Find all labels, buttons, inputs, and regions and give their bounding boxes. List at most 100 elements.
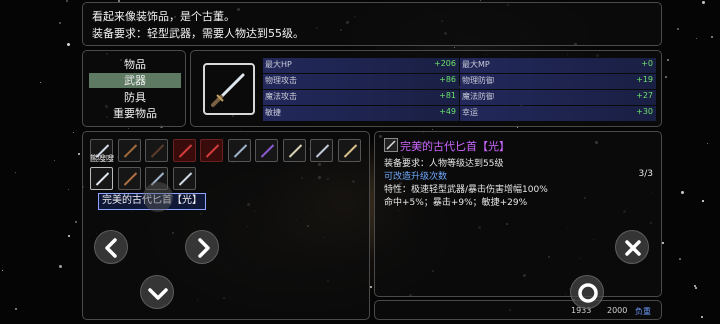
confirm-button[interactable]: [570, 275, 604, 309]
weapon-icon: [178, 144, 192, 158]
weapon-icon: [205, 144, 220, 158]
item-name: 完美的古代匕首【光】: [400, 140, 510, 153]
star: [454, 47, 455, 48]
inventory-slot[interactable]: [227, 139, 251, 162]
star: [517, 127, 518, 128]
weapon-icon: [123, 172, 137, 186]
stat-label: 敏捷: [265, 108, 281, 117]
weapon-icon: [178, 172, 192, 186]
star: [68, 189, 69, 190]
inventory-slot[interactable]: [200, 139, 223, 162]
upgrade-count: 3/3: [638, 169, 653, 179]
star: [68, 235, 70, 237]
star: [681, 191, 684, 194]
inventory-slot[interactable]: [255, 139, 278, 162]
stat-cell: 魔法防御 +27: [460, 90, 656, 105]
item-trait: 特性：极速轻型武器/暴击伤害增幅100%: [384, 185, 548, 195]
star: [679, 258, 681, 260]
stat-label: 魔法攻击: [265, 92, 297, 101]
weapon-icon: [343, 144, 357, 158]
stat-cell: 最大MP +0: [460, 58, 656, 73]
dagger-icon: [211, 73, 245, 107]
category-key-items[interactable]: 重要物品: [89, 106, 181, 121]
star: [59, 265, 62, 268]
stat-label: 最大HP: [265, 60, 292, 69]
stat-row: 最大HP +206 最大MP +0: [263, 58, 657, 73]
weight-footer: 1933 2000 负重: [374, 300, 662, 320]
inventory-slot[interactable]: [117, 139, 141, 162]
star: [480, 0, 481, 1]
left-button[interactable]: [94, 230, 128, 264]
star: [128, 128, 129, 129]
description-line-1: 看起来像装饰品，是个古董。: [92, 10, 235, 23]
star: [66, 0, 68, 2]
inventory-slot[interactable]: [90, 167, 113, 190]
stat-value: +27: [636, 91, 653, 100]
stat-cell: 幸运 +30: [460, 106, 656, 121]
selected-weapon-thumbnail: [203, 63, 255, 115]
stat-cell: 物理攻击 +86: [263, 74, 459, 89]
inventory-slot[interactable]: [310, 139, 333, 162]
star: [702, 1, 705, 4]
inventory-slot[interactable]: [172, 139, 196, 162]
star: [75, 221, 77, 223]
star: [15, 172, 16, 173]
star: [67, 43, 70, 46]
star: [702, 200, 704, 202]
inventory-slot[interactable]: [172, 167, 196, 190]
inventory-slot[interactable]: [145, 139, 168, 162]
star: [2, 270, 3, 271]
star: [370, 286, 372, 288]
star: [59, 22, 61, 24]
weapon-icon: [315, 144, 330, 158]
stat-label: 物理攻击: [265, 76, 297, 85]
category-items[interactable]: 物品: [89, 57, 181, 72]
star: [54, 160, 55, 161]
category-armor[interactable]: 防具: [89, 90, 181, 105]
close-icon: [625, 240, 641, 256]
stat-value: +49: [439, 107, 456, 116]
stat-cell: 敏捷 +49: [263, 106, 459, 121]
stat-label: 魔法防御: [462, 92, 494, 101]
weapon-inventory-panel: 熊嗖嗖 完美的古代匕首【光】: [82, 131, 370, 320]
stat-label: 最大MP: [462, 60, 490, 69]
star: [677, 28, 679, 30]
star: [667, 59, 669, 61]
weapon-icon: [123, 144, 137, 158]
close-button[interactable]: [615, 230, 649, 264]
star: [73, 132, 74, 133]
dagger-icon: [384, 138, 398, 152]
category-weapons[interactable]: 武器: [89, 73, 181, 88]
inventory-slot[interactable]: [282, 139, 306, 162]
upgrade-label: 可改造升级次数: [384, 172, 448, 182]
stat-value: +0: [641, 59, 653, 68]
star: [665, 76, 667, 78]
weapon-icon: [95, 172, 110, 186]
down-button[interactable]: [140, 275, 174, 309]
item-requirement: 装备要求：人物等级达到55级: [384, 159, 504, 169]
equipment-stats-panel: 最大HP +206 最大MP +0 物理攻击 +86 物理防御 +19 魔法攻击 +81 魔法防御 +…: [190, 50, 662, 127]
inventory-slot[interactable]: [117, 167, 141, 190]
category-list: 物品 武器 防具 重要物品: [82, 50, 186, 127]
star: [711, 36, 713, 38]
chevron-down-icon: [148, 288, 168, 300]
star: [701, 316, 703, 318]
item-description-panel: 看起来像装饰品，是个古董。 装备要求：轻型武器，需要人物达到55级。: [82, 2, 662, 46]
item-bonus: 命中+5%；暴击+9%；敏捷+29%: [384, 198, 528, 208]
description-line-2: 装备要求：轻型武器，需要人物达到55级。: [92, 27, 304, 40]
stat-cell: 魔法攻击 +81: [263, 90, 459, 105]
star: [15, 308, 17, 310]
weapon-icon: [233, 144, 247, 158]
stat-label: 物理防御: [462, 76, 494, 85]
chevron-left-icon: [105, 238, 117, 258]
stat-value: +30: [636, 107, 653, 116]
inventory-slot[interactable]: [337, 139, 361, 162]
right-button[interactable]: [185, 230, 219, 264]
weapon-icon: [150, 144, 165, 158]
stat-row: 敏捷 +49 幸运 +30: [263, 106, 657, 121]
item-detail-panel: 完美的古代匕首【光】 装备要求：人物等级达到55级 可改造升级次数 3/3 特性…: [374, 131, 662, 297]
star: [78, 153, 80, 155]
weight-label: 负重: [635, 307, 651, 316]
star: [696, 38, 697, 39]
stat-row: 物理攻击 +86 物理防御 +19: [263, 74, 657, 89]
